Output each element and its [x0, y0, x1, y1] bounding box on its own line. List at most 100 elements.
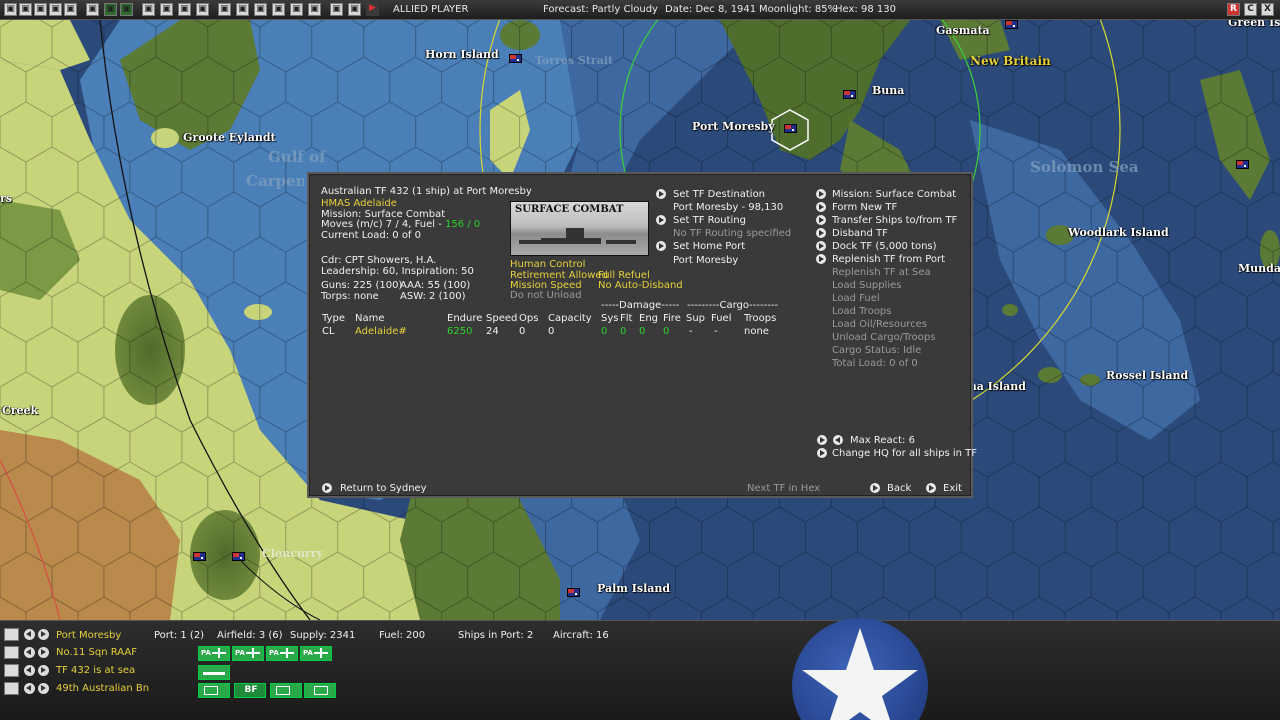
- base-flag-icon[interactable]: [1005, 20, 1018, 29]
- toolbar-button[interactable]: ▣: [236, 3, 249, 16]
- menu-item[interactable]: Unload Cargo/Troops: [832, 332, 935, 344]
- task-force-icon[interactable]: [4, 664, 19, 677]
- toolbar-button[interactable]: ▣: [254, 3, 267, 16]
- prev-tf-icon[interactable]: [24, 665, 35, 676]
- toolbar-button[interactable]: ▣: [142, 3, 155, 16]
- ground-unit-box[interactable]: [270, 683, 302, 698]
- base-flag-icon[interactable]: [784, 124, 797, 133]
- toolbar-button[interactable]: ▣: [290, 3, 303, 16]
- toolbar-button[interactable]: ▣: [218, 3, 231, 16]
- air-unit-name[interactable]: No.11 Sqn RAAF: [56, 647, 137, 658]
- col-fire: Fire: [663, 313, 681, 324]
- menu-item[interactable]: Form New TF: [832, 202, 897, 214]
- unload-toggle[interactable]: Do not Unload: [510, 290, 582, 302]
- damage-header: -----Damage-----: [601, 300, 680, 311]
- auto-disband-toggle[interactable]: No Auto-Disband: [598, 280, 683, 292]
- menu-item[interactable]: Cargo Status: Idle: [832, 345, 921, 357]
- base-flag-icon[interactable]: [567, 588, 580, 597]
- menu-arrow-icon: [816, 202, 826, 212]
- base-flag-icon[interactable]: [193, 552, 206, 561]
- toolbar-button[interactable]: ▣: [19, 3, 32, 16]
- tf-load: Current Load: 0 of 0: [321, 230, 421, 241]
- next-tf-icon[interactable]: [38, 665, 49, 676]
- air-unit-icon[interactable]: [4, 646, 19, 659]
- speaker-icon[interactable]: [817, 435, 827, 445]
- base-icon[interactable]: [4, 628, 19, 641]
- toolbar-button[interactable]: ▣: [196, 3, 209, 16]
- menu-item[interactable]: Total Load: 0 of 0: [832, 358, 918, 370]
- air-unit-box[interactable]: PA: [232, 646, 264, 661]
- config-button[interactable]: C: [1244, 3, 1257, 16]
- base-flag-icon[interactable]: [1236, 160, 1249, 169]
- base-flag-icon[interactable]: [843, 90, 856, 99]
- toolbar-button[interactable]: ▣: [120, 3, 133, 16]
- back-button[interactable]: Back: [887, 483, 911, 495]
- toolbar-button[interactable]: ▣: [348, 3, 361, 16]
- menu-item[interactable]: Dock TF (5,000 tons): [832, 241, 937, 253]
- task-force-panel: Australian TF 432 (1 ship) at Port Mores…: [307, 172, 977, 498]
- exit-button[interactable]: Exit: [943, 483, 962, 495]
- prev-base-icon[interactable]: [24, 629, 35, 640]
- set-destination-button[interactable]: Set TF Destination: [673, 189, 765, 201]
- prev-air-icon[interactable]: [24, 647, 35, 658]
- toolbar-button[interactable]: ▣: [308, 3, 321, 16]
- next-ground-icon[interactable]: [38, 683, 49, 694]
- menu-item[interactable]: Disband TF: [832, 228, 888, 240]
- row-ship-name[interactable]: Adelaide#: [355, 326, 407, 338]
- hq-icon: [314, 686, 328, 695]
- base-flag-icon[interactable]: [509, 54, 522, 63]
- map-label-gasmata: Gasmata: [936, 24, 990, 37]
- ground-unit-icon[interactable]: [4, 682, 19, 695]
- air-unit-box[interactable]: PA: [198, 646, 230, 661]
- close-button[interactable]: X: [1261, 3, 1274, 16]
- menu-item[interactable]: Load Troops: [832, 306, 892, 318]
- ship-unit-box[interactable]: [198, 665, 230, 680]
- ground-unit-box[interactable]: BF: [234, 683, 266, 698]
- toolbar-button[interactable]: ▣: [178, 3, 191, 16]
- ships-in-port: Ships in Port: 2: [458, 630, 534, 641]
- toolbar-button[interactable]: ▣: [160, 3, 173, 16]
- map-label-green-island: Green Is: [1228, 20, 1280, 29]
- base-flag-icon[interactable]: [232, 552, 245, 561]
- row-endure: 6250: [447, 326, 473, 337]
- toolbar-button[interactable]: ▣: [34, 3, 47, 16]
- prev-ground-icon[interactable]: [24, 683, 35, 694]
- menu-item[interactable]: Replenish TF from Port: [832, 254, 945, 266]
- set-routing-button[interactable]: Set TF Routing: [673, 215, 746, 227]
- toolbar-button[interactable]: ▣: [86, 3, 99, 16]
- map-label-gulf-of: Gulf of: [268, 148, 326, 166]
- next-base-icon[interactable]: [38, 629, 49, 640]
- set-home-port-button[interactable]: Set Home Port: [673, 241, 745, 253]
- toolbar-button[interactable]: ▶: [366, 3, 379, 16]
- max-react-label[interactable]: Max React: 6: [850, 435, 915, 447]
- ground-unit-box[interactable]: [198, 683, 230, 698]
- react-decrease-icon[interactable]: [833, 435, 843, 445]
- base-name[interactable]: Port Moresby: [56, 630, 121, 641]
- air-unit-box[interactable]: PA: [300, 646, 332, 661]
- air-unit-box[interactable]: PA: [266, 646, 298, 661]
- next-tf-button[interactable]: Next TF in Hex: [747, 483, 820, 495]
- menu-arrow-icon: [816, 228, 826, 238]
- toolbar-button[interactable]: ▣: [272, 3, 285, 16]
- toolbar-button[interactable]: ▣: [104, 3, 117, 16]
- return-button[interactable]: Return to Sydney: [340, 483, 427, 495]
- next-air-icon[interactable]: [38, 647, 49, 658]
- menu-item[interactable]: Load Fuel: [832, 293, 880, 305]
- menu-item[interactable]: Transfer Ships to/from TF: [832, 215, 957, 227]
- ship-icon: [203, 672, 225, 675]
- change-hq-button[interactable]: Change HQ for all ships in TF: [832, 448, 977, 460]
- toolbar-button[interactable]: ▣: [330, 3, 343, 16]
- task-force-name[interactable]: TF 432 is at sea: [56, 665, 135, 676]
- toolbar-button[interactable]: ▣: [64, 3, 77, 16]
- toolbar-button[interactable]: ▣: [49, 3, 62, 16]
- toolbar-button[interactable]: ▣: [4, 3, 17, 16]
- menu-arrow-icon: [816, 241, 826, 251]
- menu-item[interactable]: Mission: Surface Combat: [832, 189, 956, 201]
- ground-unit-name[interactable]: 49th Australian Bn: [56, 683, 149, 694]
- replay-button[interactable]: R: [1227, 3, 1240, 16]
- ground-unit-box[interactable]: [304, 683, 336, 698]
- menu-item[interactable]: Load Oil/Resources: [832, 319, 927, 331]
- menu-item[interactable]: Replenish TF at Sea: [832, 267, 931, 279]
- map-label-solomon-sea: Solomon Sea: [1030, 158, 1139, 176]
- menu-item[interactable]: Load Supplies: [832, 280, 901, 292]
